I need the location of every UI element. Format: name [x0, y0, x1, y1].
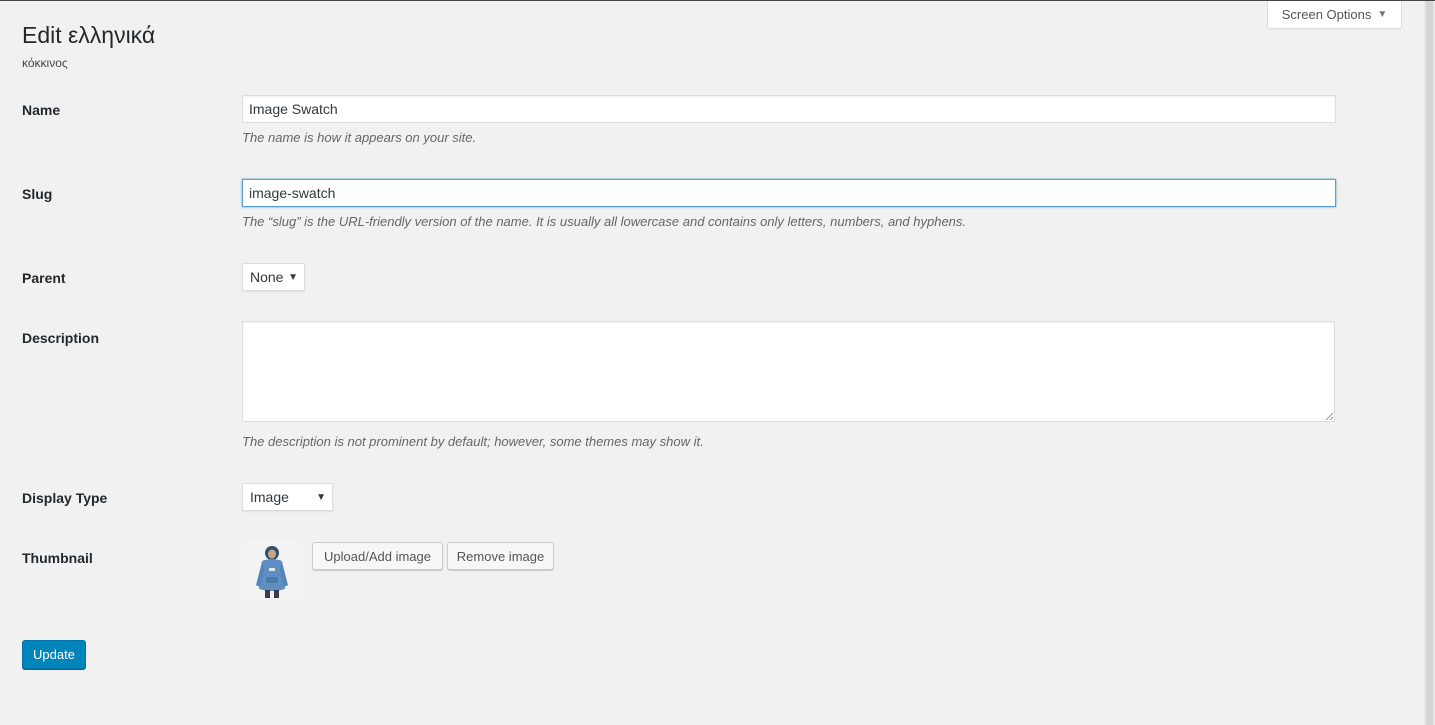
description-textarea[interactable]: [242, 321, 1335, 422]
parent-select[interactable]: None ▼: [242, 263, 305, 291]
scrollbar-thumb[interactable]: [1426, 1, 1433, 725]
description-label: Description: [22, 330, 100, 346]
page-scrollbar[interactable]: [1424, 1, 1435, 725]
thumbnail-preview: [242, 541, 302, 601]
dropdown-arrow-icon: ▼: [288, 271, 298, 283]
screen-options-label: Screen Options: [1281, 7, 1372, 22]
caret-down-icon: ▼: [1377, 9, 1388, 20]
parent-selected-value: None: [250, 269, 284, 285]
dropdown-arrow-icon: ▼: [316, 491, 326, 503]
screen-options-button[interactable]: Screen Options ▼: [1267, 1, 1402, 29]
resize-grip-icon[interactable]: [1325, 412, 1333, 420]
upload-image-button[interactable]: Upload/Add image: [312, 542, 443, 570]
thumbnail-label: Thumbnail: [22, 550, 93, 566]
update-button[interactable]: Update: [22, 640, 86, 669]
name-label: Name: [22, 102, 61, 118]
slug-input[interactable]: [242, 179, 1336, 207]
parent-label: Parent: [22, 270, 66, 286]
display-type-select[interactable]: Image ▼: [242, 483, 333, 511]
display-type-selected-value: Image: [250, 489, 289, 505]
display-type-label: Display Type: [22, 490, 108, 506]
slug-description: The “slug” is the URL-friendly version o…: [242, 214, 967, 229]
slug-label: Slug: [22, 186, 53, 202]
remove-image-button[interactable]: Remove image: [447, 542, 554, 570]
description-help: The description is not prominent by defa…: [242, 434, 704, 449]
name-description: The name is how it appears on your site.: [242, 130, 477, 145]
page-title: Edit ελληνικά: [22, 22, 156, 48]
hoodie-image-icon: [242, 541, 302, 601]
name-input[interactable]: [242, 95, 1336, 123]
term-subtitle: κόκκινος: [22, 56, 68, 70]
